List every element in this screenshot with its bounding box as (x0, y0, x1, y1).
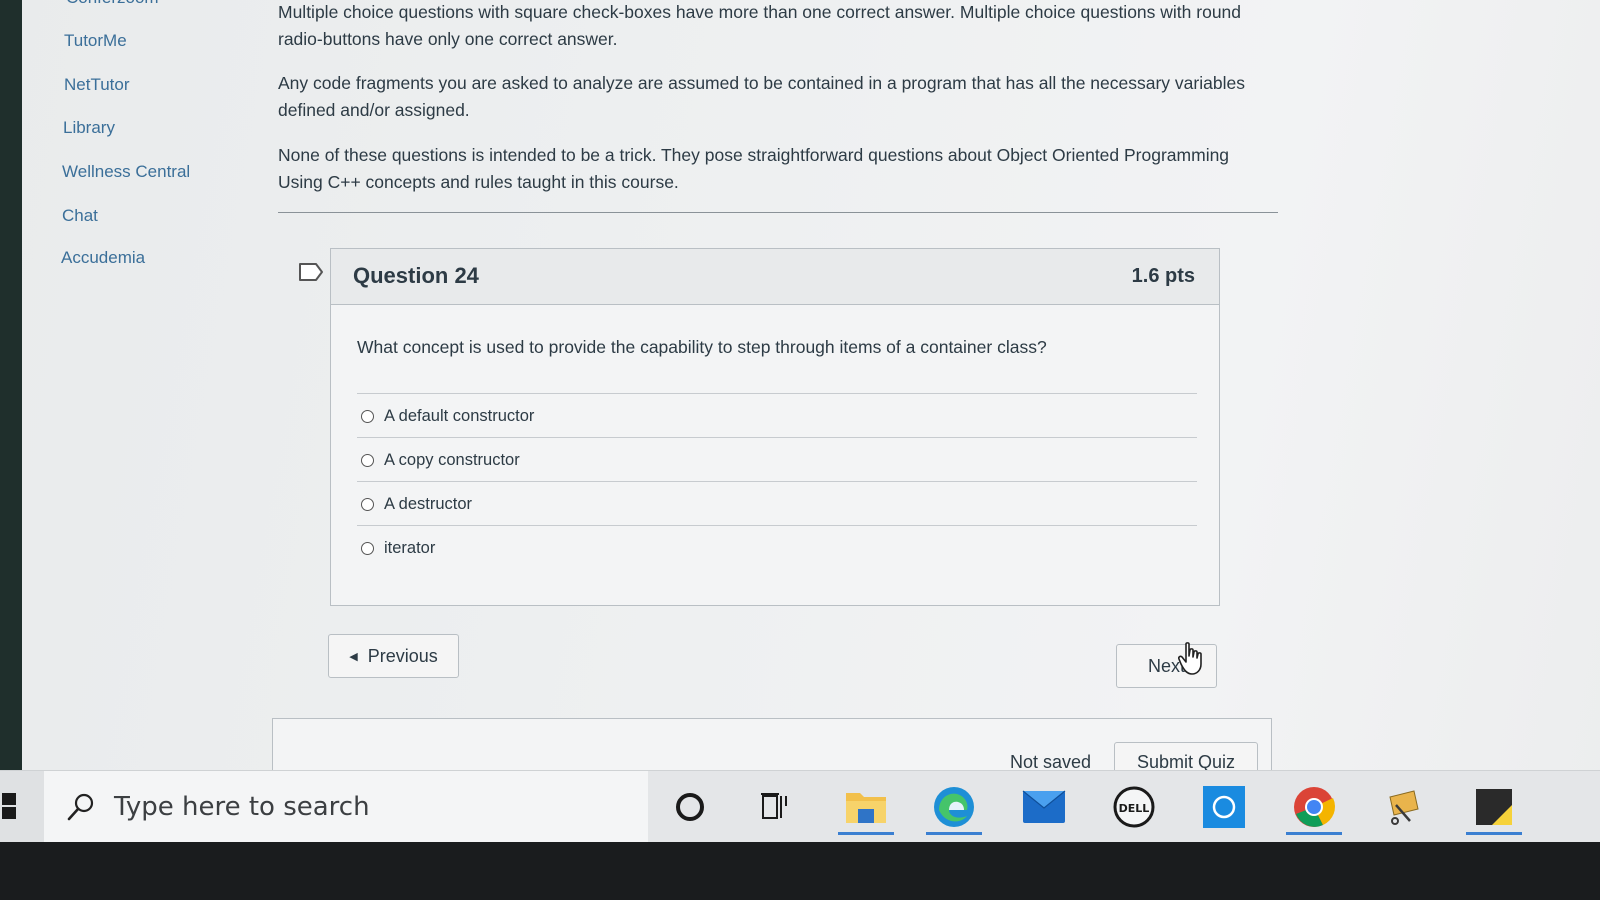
answer-label: A default constructor (384, 406, 535, 425)
radio-button[interactable] (361, 453, 374, 467)
cortana-icon[interactable] (662, 779, 718, 835)
answer-label: A destructor (384, 494, 473, 513)
app-icon[interactable] (1196, 779, 1252, 835)
instruction-paragraph: Any code fragments you are asked to anal… (278, 73, 1245, 120)
edge-icon[interactable] (926, 779, 982, 835)
sidebar-item-conferzoom[interactable]: Conferzoom (66, 0, 159, 8)
question-points: 1.6 pts (1131, 265, 1195, 287)
radio-button[interactable] (361, 541, 374, 555)
sidebar-item-chat[interactable]: Chat (62, 206, 98, 226)
file-explorer-icon[interactable] (838, 779, 894, 835)
radio-button[interactable] (361, 409, 374, 423)
active-indicator (926, 832, 982, 835)
chrome-icon[interactable] (1286, 779, 1342, 835)
question-card: Question 24 1.6 pts What concept is used… (330, 248, 1220, 606)
start-button[interactable] (0, 771, 44, 843)
flag-question-icon[interactable] (298, 262, 324, 282)
task-view-icon[interactable] (748, 779, 804, 835)
answer-option[interactable]: A copy constructor (361, 445, 520, 475)
question-text: What concept is used to provide the capa… (357, 337, 1047, 357)
screen: Conferzoom TutorMe NetTutor Library Well… (0, 0, 1600, 900)
divider (357, 525, 1197, 526)
previous-button[interactable]: ◀ Previous (328, 634, 459, 678)
hand-cursor-icon (1178, 642, 1202, 675)
instruction-paragraph: None of these questions is intended to b… (278, 145, 1230, 192)
previous-label: Previous (367, 645, 438, 666)
sidebar-item-nettutor[interactable]: NetTutor (64, 75, 130, 95)
divider (357, 437, 1197, 438)
active-indicator (1466, 832, 1522, 835)
question-title: Question 24 (353, 263, 479, 288)
answer-option[interactable]: A default constructor (361, 401, 534, 431)
search-icon (67, 793, 94, 821)
windows-logo-icon (2, 793, 16, 819)
divider (278, 212, 1278, 213)
sidebar-item-tutorme[interactable]: TutorMe (64, 31, 127, 51)
chevron-left-icon: ◀ (349, 650, 358, 663)
active-indicator (1286, 832, 1342, 835)
sidebar-item-accudemia[interactable]: Accudemia (61, 248, 145, 268)
monitor-bezel (0, 842, 1600, 900)
sidebar-item-wellness-central[interactable]: Wellness Central (62, 162, 190, 182)
answer-label: A copy constructor (384, 450, 520, 469)
dell-icon[interactable]: DELL (1106, 779, 1162, 835)
divider (357, 481, 1197, 482)
answer-label: iterator (384, 538, 436, 557)
sticky-notes-icon[interactable] (1466, 779, 1522, 835)
window-left-edge (0, 0, 22, 770)
search-placeholder: Type here to search (114, 792, 370, 822)
svg-text:DELL: DELL (1119, 802, 1150, 815)
divider (357, 393, 1197, 394)
snip-icon[interactable] (1376, 779, 1432, 835)
mail-icon[interactable] (1016, 779, 1072, 835)
radio-button[interactable] (361, 497, 374, 511)
taskbar-search-box[interactable]: Type here to search (44, 771, 648, 843)
active-indicator (838, 832, 894, 835)
sidebar-item-library[interactable]: Library (63, 118, 115, 138)
answer-option[interactable]: iterator (361, 533, 435, 563)
answer-option[interactable]: A destructor (361, 489, 472, 519)
instruction-paragraph: Multiple choice questions with square ch… (278, 2, 1242, 49)
question-header: Question 24 1.6 pts (331, 249, 1219, 305)
windows-taskbar: Type here to search DELL (0, 770, 1600, 843)
